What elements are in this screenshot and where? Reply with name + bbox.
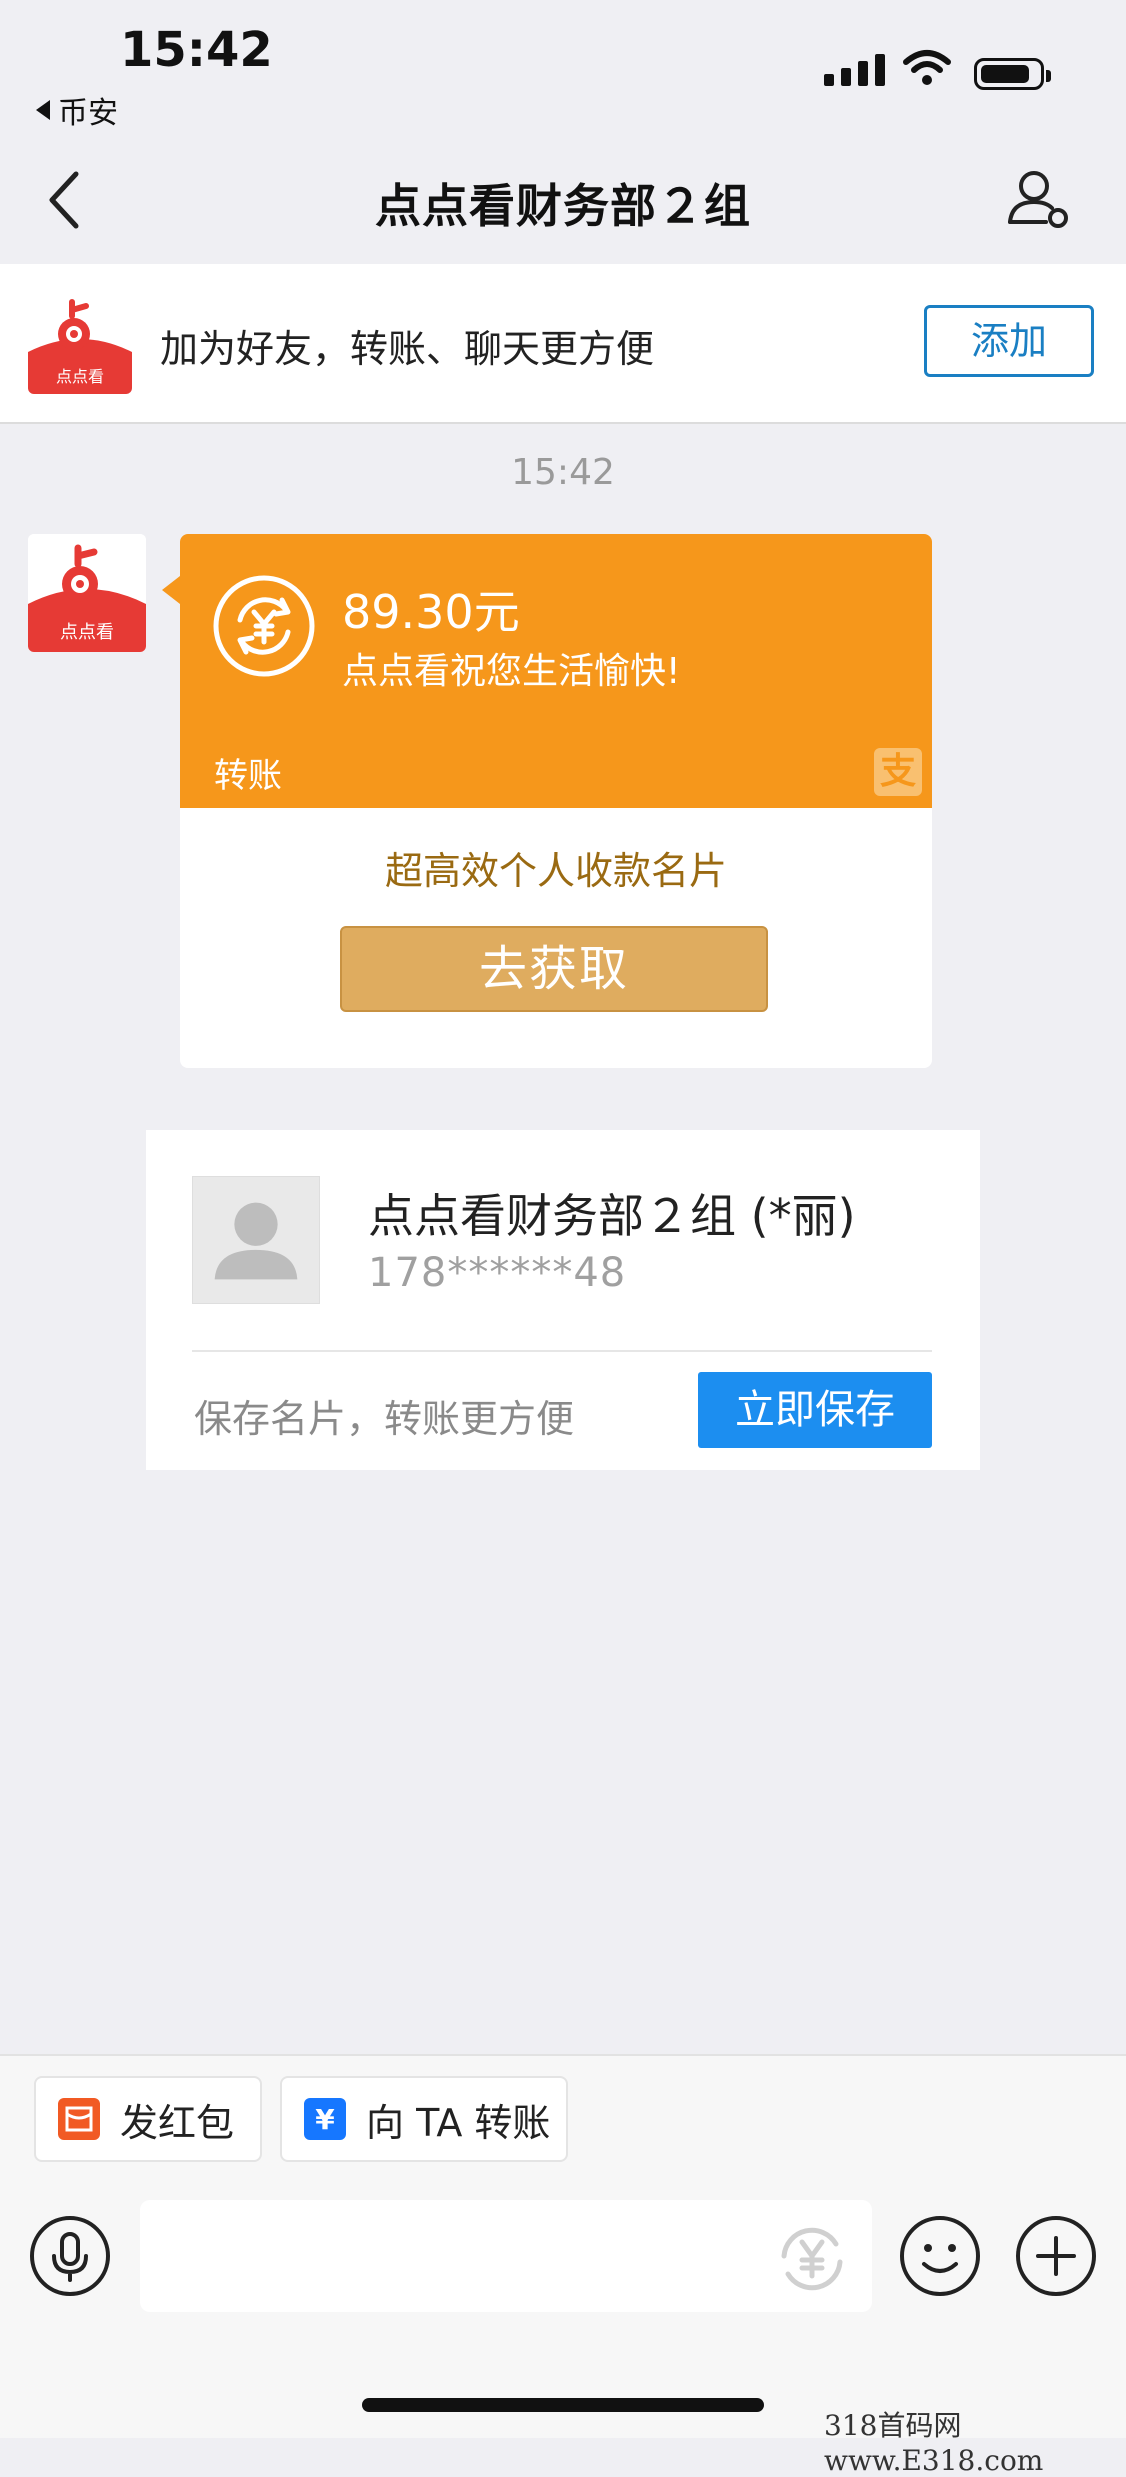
promo-text: 超高效个人收款名片 — [384, 849, 727, 893]
microphone-icon[interactable] — [28, 2214, 112, 2298]
transfer-yuan-small-icon: ¥ — [304, 2098, 346, 2140]
get-card-button[interactable]: 去获取 — [340, 926, 768, 1012]
sender-avatar-icon[interactable]: 点点看 — [28, 534, 146, 652]
more-plus-icon[interactable] — [1014, 2214, 1098, 2298]
transfer-amount: 89.30元 — [342, 585, 520, 639]
ddk-logo-icon: 点点看 — [28, 290, 132, 394]
transfer-to-ta-button[interactable]: ¥ 向 TA 转账 — [280, 2076, 568, 2162]
save-hint-text: 保存名片，转账更方便 — [194, 1397, 575, 1441]
back-app-label: 币安 — [58, 96, 118, 131]
add-friend-button[interactable]: 添加 — [924, 305, 1094, 377]
red-packet-icon — [58, 2098, 100, 2140]
contact-divider — [192, 1350, 932, 1352]
home-indicator — [362, 2398, 764, 2412]
profile-settings-icon[interactable] — [1006, 166, 1070, 230]
save-contact-button[interactable]: 立即保存 — [698, 1372, 932, 1448]
avatar-logo-text: 点点看 — [60, 622, 114, 643]
default-avatar-icon — [192, 1176, 320, 1304]
transfer-type-label: 转账 — [214, 756, 282, 796]
contact-phone: 178******48 — [368, 1250, 627, 1296]
bubble-pointer — [162, 576, 180, 604]
chat-title: 点点看财务部２组 — [375, 179, 751, 233]
add-friend-text: 加为好友，转账、聊天更方便 — [160, 327, 655, 371]
wifi-icon — [903, 50, 951, 85]
contact-name: 点点看财务部２组 (*丽) — [368, 1189, 856, 1243]
transfer-yuan-icon — [213, 575, 315, 677]
logo-text: 点点看 — [56, 367, 104, 386]
message-input[interactable] — [140, 2200, 872, 2312]
input-transfer-icon[interactable] — [770, 2216, 854, 2300]
back-triangle-icon — [36, 100, 50, 120]
message-timestamp: 15:42 — [511, 452, 615, 493]
battery-icon — [974, 58, 1051, 90]
status-time: 15:42 — [120, 22, 273, 78]
red-packet-button[interactable]: 发红包 — [34, 2076, 262, 2162]
alipay-icon: 支 — [874, 748, 922, 796]
emoji-icon[interactable] — [898, 2214, 982, 2298]
cellular-signal-icon — [824, 54, 885, 86]
watermark-text: 318首码网 www.E318.com — [824, 2409, 1044, 2477]
back-to-app-link[interactable]: 币安 — [36, 88, 118, 132]
red-packet-label: 发红包 — [120, 2100, 235, 2145]
transfer-to-ta-label: 向 TA 转账 — [366, 2100, 551, 2145]
transfer-message: 点点看祝您生活愉快! — [342, 651, 681, 692]
